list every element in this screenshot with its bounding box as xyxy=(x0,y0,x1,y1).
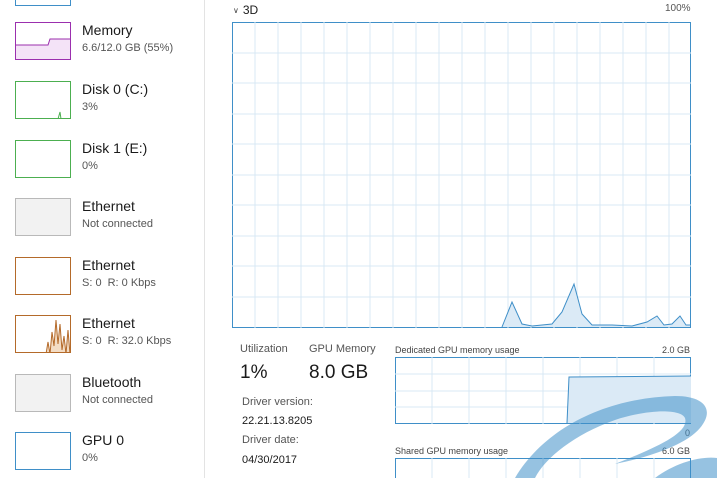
sidebar-item-disk-0[interactable]: Disk 0 (C:) 3% xyxy=(0,81,204,131)
ethernet-2-thumbnail-graph xyxy=(15,257,71,295)
receive-value: 0 Kbps xyxy=(121,277,156,289)
receive-value: 32.0 Kbps xyxy=(121,335,172,347)
engine-name: 3D xyxy=(242,3,259,17)
sidebar-item-title: GPU 0 xyxy=(82,432,125,448)
disk-0-thumbnail-graph xyxy=(15,81,71,119)
bluetooth-thumbnail-graph xyxy=(15,374,71,412)
disk-1-thumbnail-graph xyxy=(15,140,71,178)
utilization-value: 1% xyxy=(240,362,268,383)
engine-utilization-graph xyxy=(232,22,691,328)
engine-selector[interactable]: ∨ 3D xyxy=(233,3,258,17)
sidebar-item-ethernet-1[interactable]: Ethernet Not connected xyxy=(0,198,204,248)
gpu-memory-value: 8.0 GB xyxy=(309,362,369,383)
send-label: S: xyxy=(82,335,93,347)
dedicated-memory-label: Dedicated GPU memory usage xyxy=(395,345,520,355)
sidebar-item-subtitle: 3% xyxy=(82,101,98,113)
utilization-label: Utilization xyxy=(240,343,288,355)
gpu-detail-pane: ∨ 3D 100% Utilization 1% GPU Memory 8.0 G… xyxy=(205,0,717,478)
dedicated-memory-min: 0 xyxy=(684,428,690,438)
send-value: 0 xyxy=(95,277,102,289)
shared-memory-label: Shared GPU memory usage xyxy=(395,446,509,456)
chevron-down-icon: ∨ xyxy=(233,6,239,15)
sidebar-item-ethernet-2[interactable]: Ethernet S: 0 R: 0 Kbps xyxy=(0,257,204,307)
driver-date-value: 04/30/2017 xyxy=(242,454,298,466)
gpu-0-thumbnail-graph xyxy=(15,432,71,470)
send-label: S: xyxy=(82,277,93,289)
dedicated-memory-max: 2.0 GB xyxy=(661,345,690,355)
ethernet-1-thumbnail-graph xyxy=(15,198,71,236)
sidebar-item-subtitle: 0% xyxy=(82,160,98,172)
sidebar-item-title: Ethernet xyxy=(82,257,135,273)
sidebar-item-throughput: S: 0 R: 0 Kbps xyxy=(82,277,156,289)
sidebar-item-bluetooth[interactable]: Bluetooth Not connected xyxy=(0,374,204,424)
send-value: 0 xyxy=(95,335,102,347)
resource-sidebar: Memory 6.6/12.0 GB (55%) Disk 0 (C:) 3% … xyxy=(0,0,205,478)
driver-date-label: Driver date: xyxy=(242,434,299,446)
shared-memory-graph xyxy=(395,458,691,478)
sidebar-item-gpu-0[interactable]: GPU 0 0% xyxy=(0,432,204,482)
sidebar-item-subtitle: Not connected xyxy=(82,218,153,230)
gpu-memory-label: GPU Memory xyxy=(309,343,376,355)
receive-label: R: xyxy=(107,277,119,289)
sidebar-item-memory[interactable]: Memory 6.6/12.0 GB (55%) xyxy=(0,22,204,72)
sidebar-item-title: Ethernet xyxy=(82,315,135,331)
graph-max-label: 100% xyxy=(665,3,691,14)
sidebar-item-ethernet-3[interactable]: Ethernet S: 0 R: 32.0 Kbps xyxy=(0,315,204,365)
sidebar-item-cut-off-thumbnail[interactable] xyxy=(15,0,71,6)
driver-version-label: Driver version: xyxy=(242,396,313,408)
sidebar-item-throughput: S: 0 R: 32.0 Kbps xyxy=(82,335,171,347)
driver-version-value: 22.21.13.8205 xyxy=(242,415,313,427)
sidebar-item-title: Memory xyxy=(82,22,133,38)
receive-label: R: xyxy=(107,335,119,347)
memory-thumbnail-graph xyxy=(15,22,71,60)
sidebar-item-subtitle: Not connected xyxy=(82,394,153,406)
sidebar-item-title: Bluetooth xyxy=(82,374,142,390)
shared-memory-max: 6.0 GB xyxy=(661,446,690,456)
sidebar-item-title: Ethernet xyxy=(82,198,135,214)
sidebar-item-subtitle: 6.6/12.0 GB (55%) xyxy=(82,42,174,54)
dedicated-memory-graph xyxy=(395,357,691,424)
sidebar-item-subtitle: 0% xyxy=(82,452,98,464)
sidebar-item-disk-1[interactable]: Disk 1 (E:) 0% xyxy=(0,140,204,190)
sidebar-item-title: Disk 0 (C:) xyxy=(82,81,149,97)
ethernet-3-thumbnail-graph xyxy=(15,315,71,353)
sidebar-item-title: Disk 1 (E:) xyxy=(82,140,148,156)
